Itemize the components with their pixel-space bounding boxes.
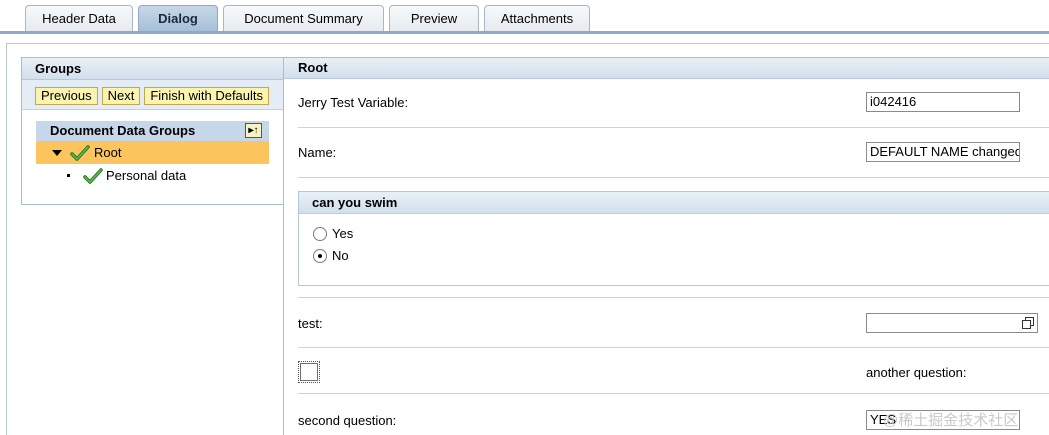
- tab-preview[interactable]: Preview: [389, 5, 479, 31]
- tree-node-label: Root: [94, 145, 122, 160]
- tab-underline: [0, 31, 1049, 34]
- name-input[interactable]: DEFAULT NAME changed: [866, 142, 1020, 162]
- tab-dialog[interactable]: Dialog: [138, 5, 218, 31]
- dialog-area: Groups Previous Next Finish with Default…: [6, 43, 1049, 435]
- watermark: @稀土掘金技术社区: [883, 412, 1019, 429]
- another-question-checkbox[interactable]: [298, 361, 320, 383]
- groups-panel: Groups Previous Next Finish with Default…: [21, 57, 284, 205]
- test-label: test:: [298, 316, 323, 331]
- tree-node-personal-data[interactable]: Personal data: [36, 164, 269, 187]
- second-question-label: second question:: [298, 413, 397, 428]
- tab-label: Preview: [410, 11, 458, 26]
- tree-title: Document Data Groups: [50, 123, 196, 138]
- next-button[interactable]: Next: [101, 87, 141, 105]
- groups-title: Groups: [22, 58, 283, 80]
- bullet-icon: [67, 174, 70, 177]
- no-radio-label: No: [332, 248, 349, 263]
- expand-triangle-icon[interactable]: [52, 150, 62, 156]
- can-you-swim-group: can you swim Yes No: [298, 191, 1049, 286]
- jerry-test-variable-label: Jerry Test Variable:: [298, 95, 409, 110]
- tab-label: Attachments: [500, 11, 574, 26]
- row-divider: [298, 347, 1049, 348]
- test-input[interactable]: [866, 313, 1038, 333]
- tab-bar: Header Data Dialog Document Summary Prev…: [0, 0, 1049, 34]
- radio-selected-dot: [318, 254, 322, 258]
- tree-header: Document Data Groups ▸↑: [36, 121, 269, 141]
- another-question-label: another question:: [866, 365, 967, 380]
- yes-radio[interactable]: [313, 227, 327, 241]
- previous-button[interactable]: Previous: [35, 87, 98, 105]
- tab-document-summary[interactable]: Document Summary: [223, 5, 384, 31]
- content-title: Root: [284, 57, 1049, 79]
- tab-header-data[interactable]: Header Data: [25, 5, 133, 31]
- row-divider: [298, 127, 1049, 128]
- collapse-icon[interactable]: ▸↑: [245, 123, 262, 138]
- can-you-swim-title: can you swim: [299, 192, 1049, 214]
- finish-with-defaults-button[interactable]: Finish with Defaults: [144, 87, 270, 105]
- document-data-groups-tree: Document Data Groups ▸↑ Root Personal da…: [36, 121, 269, 187]
- tab-attachments[interactable]: Attachments: [484, 5, 590, 31]
- tab-label: Dialog: [158, 11, 198, 26]
- dropdown-list-icon[interactable]: [1022, 317, 1034, 329]
- yes-radio-label: Yes: [332, 226, 354, 241]
- green-check-icon: [70, 145, 90, 161]
- row-divider: [298, 297, 1049, 298]
- no-radio[interactable]: [313, 249, 327, 263]
- row-divider: [298, 393, 1049, 394]
- name-label: Name:: [298, 145, 337, 160]
- root-content-panel: Root Jerry Test Variable: i042416 Name: …: [283, 57, 1049, 435]
- row-divider: [298, 177, 1049, 178]
- groups-button-row: Previous Next Finish with Defaults: [22, 80, 283, 110]
- tree-node-root[interactable]: Root: [36, 141, 269, 164]
- tab-label: Document Summary: [244, 11, 363, 26]
- tab-label: Header Data: [42, 11, 116, 26]
- jerry-test-variable-input[interactable]: i042416: [866, 92, 1020, 112]
- tree-node-label: Personal data: [106, 168, 187, 183]
- green-check-icon: [83, 168, 103, 184]
